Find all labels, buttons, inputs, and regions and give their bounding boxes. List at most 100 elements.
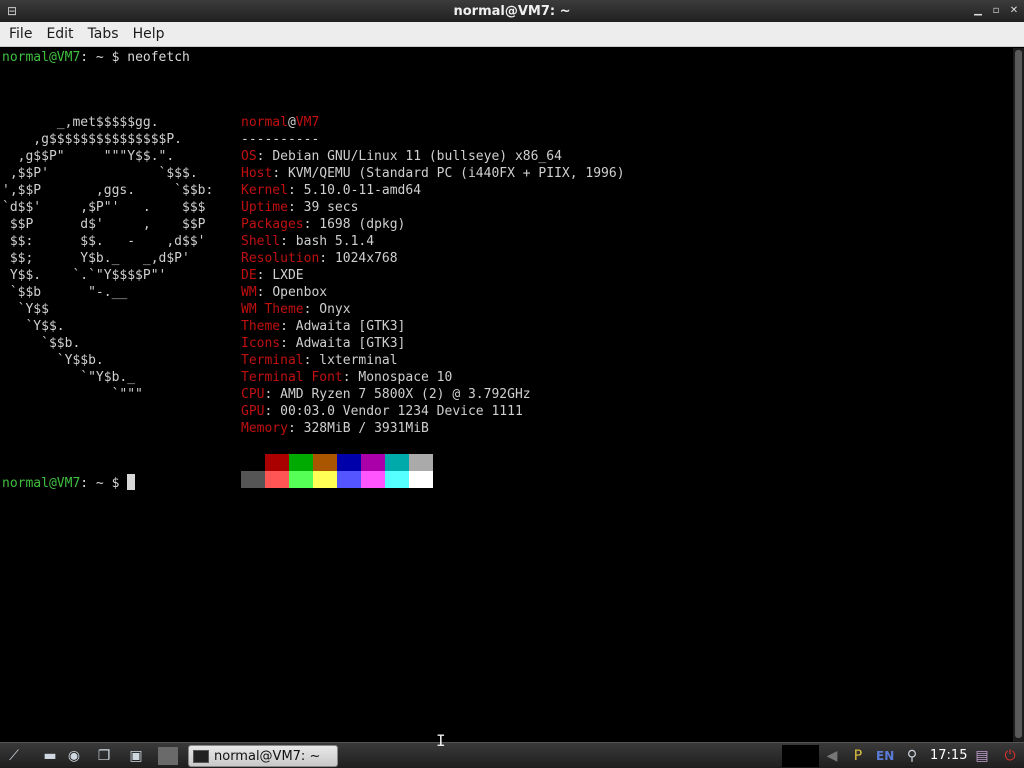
ascii-art-line: `"Y$b._ bbox=[2, 370, 136, 385]
taskbar: ⟋ ▬ ◉ ❐ ▣ normal@VM7: ~ ◀ P EN ⚲ 17:15 ▤… bbox=[0, 742, 1024, 768]
clipboard-icon[interactable]: P bbox=[848, 747, 868, 765]
text-cursor bbox=[127, 474, 136, 490]
window-controls: ▁ ▫ ✕ bbox=[970, 2, 1022, 19]
menu-help[interactable]: Help bbox=[126, 22, 172, 47]
ascii-art-line: `$$b "-.__ bbox=[2, 285, 128, 300]
volume-icon[interactable]: ◀ bbox=[822, 747, 842, 765]
info-row: OS: Debian GNU/Linux 11 (bullseye) x86_6… bbox=[241, 148, 625, 165]
info-key: WM Theme bbox=[241, 302, 304, 317]
ascii-art-line: `Y$$ bbox=[2, 302, 49, 317]
info-colon: : bbox=[256, 268, 273, 283]
ascii-art-line: _,met$$$$$gg. bbox=[2, 115, 159, 130]
info-key: Theme bbox=[241, 319, 281, 334]
info-colon: : bbox=[342, 370, 359, 385]
info-value: 39 secs bbox=[303, 200, 359, 215]
info-key: Uptime bbox=[241, 200, 288, 215]
menu-file[interactable]: File bbox=[2, 22, 39, 47]
info-key: Host bbox=[241, 166, 273, 181]
info-value: KVM/QEMU (Standard PC (i440FX + PIIX, 19… bbox=[287, 166, 625, 181]
info-colon: : bbox=[303, 217, 320, 232]
mouse-ibeam-cursor: I bbox=[436, 731, 446, 750]
minimize-icon[interactable]: ▁ bbox=[970, 2, 986, 19]
menu-tabs[interactable]: Tabs bbox=[81, 22, 126, 47]
terminal-scrollbar[interactable] bbox=[1013, 48, 1024, 742]
info-value: 00:03.0 Vendor 1234 Device 1111 bbox=[280, 404, 523, 419]
palette-swatch bbox=[241, 454, 265, 471]
search-icon[interactable]: ⚲ bbox=[902, 747, 922, 765]
final-prompt-rest: : ~ $ bbox=[80, 476, 128, 491]
start-menu-icon[interactable]: ⟋ bbox=[4, 747, 24, 765]
ascii-art-line: `Y$$. bbox=[2, 319, 65, 334]
scrollbar-thumb[interactable] bbox=[1015, 50, 1022, 738]
info-value: 1024x768 bbox=[334, 251, 398, 266]
ascii-art-line: `$$b. bbox=[2, 336, 81, 351]
ascii-art-line: ,$$P' `$$$. bbox=[2, 166, 198, 181]
info-row: GPU: 00:03.0 Vendor 1234 Device 1111 bbox=[241, 403, 625, 420]
info-header-at: @ bbox=[287, 115, 296, 130]
info-row: DE: LXDE bbox=[241, 267, 625, 284]
info-row: Packages: 1698 (dpkg) bbox=[241, 216, 625, 233]
info-key: Icons bbox=[241, 336, 281, 351]
info-colon: : bbox=[256, 285, 273, 300]
palette-swatch bbox=[385, 471, 409, 488]
info-value: AMD Ryzen 7 5800X (2) @ 3.792GHz bbox=[280, 387, 531, 402]
workspace-pager-icon[interactable] bbox=[158, 747, 178, 765]
info-value: Openbox bbox=[272, 285, 328, 300]
terminal-area[interactable]: normal@VM7: ~ $ neofetch _,met$$$$$gg. ,… bbox=[0, 48, 1013, 742]
info-header-host: VM7 bbox=[295, 115, 320, 130]
terminal-launcher-icon[interactable]: ▣ bbox=[126, 747, 146, 765]
palette-swatch bbox=[265, 471, 289, 488]
info-colon: : bbox=[256, 149, 273, 164]
info-colon: : bbox=[303, 302, 320, 317]
info-key: Shell bbox=[241, 234, 281, 249]
palette-swatch bbox=[265, 454, 289, 471]
menu-edit[interactable]: Edit bbox=[39, 22, 80, 47]
power-icon[interactable]: ⏻ bbox=[1000, 747, 1020, 765]
info-row: Terminal Font: Monospace 10 bbox=[241, 369, 625, 386]
info-header-user: normal bbox=[241, 115, 288, 130]
info-row: Resolution: 1024x768 bbox=[241, 250, 625, 267]
info-key: GPU bbox=[241, 404, 265, 419]
keyboard-layout-indicator[interactable]: EN bbox=[876, 747, 894, 765]
info-row: Uptime: 39 secs bbox=[241, 199, 625, 216]
ascii-art-line: $$; Y$b._ _,d$P' bbox=[2, 251, 190, 266]
info-row: Terminal: lxterminal bbox=[241, 352, 625, 369]
color-palette bbox=[241, 454, 433, 488]
prompt-user: normal@VM7 bbox=[2, 50, 81, 65]
info-value: bash 5.1.4 bbox=[295, 234, 375, 249]
info-colon: : bbox=[264, 404, 281, 419]
close-icon[interactable]: ✕ bbox=[1006, 2, 1022, 19]
info-colon: : bbox=[280, 336, 296, 351]
palette-swatch bbox=[289, 454, 313, 471]
ascii-art-line: `Y$$b. bbox=[2, 353, 104, 368]
ascii-art-line: ,g$$P" """Y$$.". bbox=[2, 149, 175, 164]
final-prompt-line: normal@VM7: ~ $ bbox=[2, 474, 136, 492]
info-value: Adwaita [GTK3] bbox=[295, 336, 406, 351]
lock-screen-icon[interactable]: ▤ bbox=[972, 747, 992, 765]
ascii-art-line: $$: $$. - ,d$$' bbox=[2, 234, 206, 249]
info-colon: : bbox=[319, 251, 335, 266]
tray-blank-area bbox=[782, 745, 819, 767]
info-row: Theme: Adwaita [GTK3] bbox=[241, 318, 625, 335]
ascii-art-line: ,g$$$$$$$$$$$$$$$P. bbox=[2, 132, 183, 147]
ascii-art-line: $$P d$' , $$P bbox=[2, 217, 206, 232]
web-browser-icon[interactable]: ◉ bbox=[64, 747, 84, 765]
maximize-icon[interactable]: ▫ bbox=[988, 2, 1004, 19]
info-key: Resolution bbox=[241, 251, 320, 266]
info-key: Packages bbox=[241, 217, 304, 232]
info-key: CPU bbox=[241, 387, 265, 402]
info-row: WM Theme: Onyx bbox=[241, 301, 625, 318]
file-manager-icon[interactable]: ▬ bbox=[40, 747, 60, 765]
info-row: Icons: Adwaita [GTK3] bbox=[241, 335, 625, 352]
clock[interactable]: 17:15 bbox=[930, 747, 967, 765]
window-title-bar[interactable]: ⊟ normal@VM7: ~ ▁ ▫ ✕ bbox=[0, 0, 1024, 22]
palette-swatch bbox=[409, 471, 433, 488]
taskbar-task-terminal[interactable]: normal@VM7: ~ bbox=[188, 745, 338, 767]
window-menu-icon[interactable]: ⊟ bbox=[4, 3, 20, 19]
ascii-art-line: `d$$' ,$P"' . $$$ bbox=[2, 200, 206, 215]
system-info: normal@VM7 ---------- OS: Debian GNU/Linux… bbox=[241, 114, 625, 437]
palette-swatch bbox=[361, 454, 385, 471]
palette-swatch bbox=[385, 454, 409, 471]
command-text: neofetch bbox=[127, 50, 190, 65]
desktop-switch-icon[interactable]: ❐ bbox=[94, 747, 114, 765]
